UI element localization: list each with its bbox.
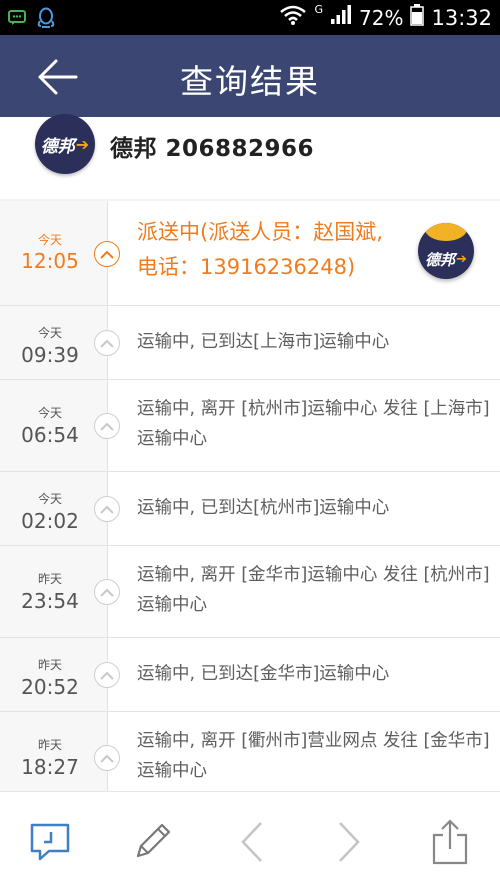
timeline-node: [94, 662, 120, 688]
previous-button[interactable]: [230, 820, 274, 864]
event-day: 昨天: [37, 572, 62, 586]
share-icon: [432, 819, 468, 865]
event-day: 今天: [37, 406, 62, 420]
comment-button[interactable]: [28, 820, 72, 864]
event-day: 昨天: [37, 738, 62, 752]
event-day: 今天: [37, 492, 62, 506]
share-button[interactable]: [428, 819, 472, 865]
event-text: 运输中, 已到达[上海市]运输中心: [137, 332, 390, 352]
battery-icon: [410, 4, 425, 31]
chevron-up-icon: [100, 505, 114, 514]
event-day: 今天: [37, 233, 62, 247]
carrier-name: 德邦: [110, 136, 157, 162]
chat-notification-icon: [8, 10, 26, 30]
timeline-node: [94, 413, 120, 439]
timeline-node: [94, 745, 120, 771]
arrow-right-logo-icon: ➔: [456, 251, 467, 267]
timeline-row: 昨天 18:27 运输中, 离开 [衢州市]营业网点 发往 [金华市]运输中心: [0, 712, 500, 791]
hat-icon: [425, 223, 467, 241]
event-day: 今天: [37, 326, 62, 340]
qq-icon: [36, 7, 56, 33]
courier-logo-text: 德邦: [425, 250, 456, 269]
timeline-row: 今天 06:54 运输中, 离开 [杭州市]运输中心 发往 [上海市]运输中心: [0, 380, 500, 472]
event-text: 运输中, 已到达[金华市]运输中心: [137, 664, 390, 684]
event-time: 02:02: [21, 509, 79, 533]
edit-button[interactable]: [130, 820, 174, 864]
event-time: 06:54: [21, 423, 79, 447]
battery-percent: 72%: [359, 5, 404, 30]
next-chevron-icon: [339, 822, 360, 862]
timeline-node: [94, 330, 120, 356]
event-text: 运输中, 离开 [衢州市]营业网点 发往 [金华市]运输中心: [137, 731, 490, 781]
next-button[interactable]: [327, 820, 371, 864]
event-time: 20:52: [21, 675, 79, 699]
courier-avatar: 德邦 ➔: [418, 223, 474, 279]
carrier-tracking: 德邦 206882966: [110, 129, 314, 163]
timeline-row: 昨天 20:52 运输中, 已到达[金华市]运输中心: [0, 638, 500, 712]
chevron-up-icon: [100, 671, 114, 680]
carrier-logo: 德邦 ➔: [35, 114, 95, 174]
carrier-logo-text: 德邦: [40, 136, 75, 157]
event-time: 12:05: [21, 249, 79, 273]
page-title: 查询结果: [180, 62, 320, 101]
timeline-node: [94, 579, 120, 605]
app-bar: 查询结果: [0, 35, 500, 117]
event-time: 23:54: [21, 589, 79, 613]
tracking-timeline[interactable]: 今天 12:05 派送中(派送人员：赵国斌,电话：13916236248) 德邦…: [0, 201, 500, 791]
event-time: 09:39: [21, 343, 79, 367]
timeline-row: 今天 12:05 派送中(派送人员：赵国斌,电话：13916236248) 德邦…: [0, 201, 500, 306]
arrow-right-logo-icon: ➔: [75, 134, 90, 154]
wifi-icon: [279, 5, 307, 30]
chevron-up-icon: [100, 754, 114, 763]
chevron-up-icon: [100, 422, 114, 431]
tracking-number: 206882966: [165, 136, 315, 162]
previous-chevron-icon: [241, 822, 262, 862]
edit-pencil-icon: [136, 823, 171, 858]
comment-icon: [30, 823, 70, 861]
status-bar: G 72% 13:32: [0, 0, 500, 35]
event-text: 运输中, 离开 [金华市]运输中心 发往 [杭州市]运输中心: [137, 565, 490, 615]
chevron-up-icon: [100, 339, 114, 348]
event-time: 18:27: [21, 755, 79, 779]
network-type-label: G: [314, 3, 324, 16]
timeline-node: [94, 241, 120, 267]
chevron-up-icon: [100, 588, 114, 597]
event-text: 派送中(派送人员：赵国斌,电话：13916236248): [137, 220, 383, 279]
signal-icon: [330, 5, 352, 30]
event-text: 运输中, 离开 [杭州市]运输中心 发往 [上海市]运输中心: [137, 399, 490, 449]
event-day: 昨天: [37, 658, 62, 672]
event-text: 运输中, 已到达[杭州市]运输中心: [137, 498, 390, 518]
timeline-row: 昨天 23:54 运输中, 离开 [金华市]运输中心 发往 [杭州市]运输中心: [0, 546, 500, 638]
chevron-up-icon: [100, 250, 114, 259]
clock: 13:32: [431, 5, 492, 30]
carrier-header: 德邦 ➔ 德邦 206882966: [0, 114, 500, 200]
timeline-row: 今天 09:39 运输中, 已到达[上海市]运输中心: [0, 306, 500, 380]
timeline-row: 今天 02:02 运输中, 已到达[杭州市]运输中心: [0, 472, 500, 546]
bottom-toolbar: [0, 791, 500, 890]
timeline-node: [94, 496, 120, 522]
